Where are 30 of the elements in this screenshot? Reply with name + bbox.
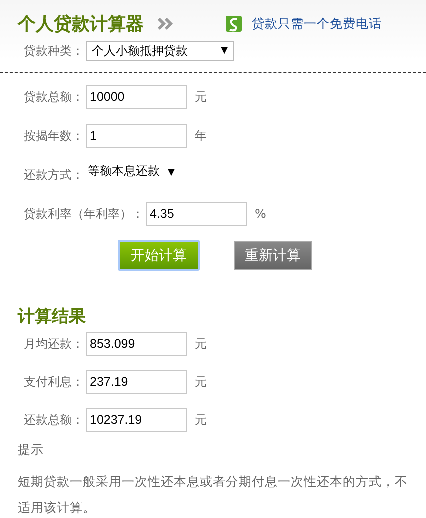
input-field[interactable]: 10000 <box>86 85 187 109</box>
field-label: 还款方式： <box>24 166 84 184</box>
field-label: 贷款总额： <box>24 88 84 106</box>
result-field: 10237.19 <box>86 408 187 432</box>
input-field[interactable]: 1 <box>86 124 187 148</box>
reset-button[interactable]: 重新计算 <box>234 241 312 270</box>
result-field: 237.19 <box>86 370 187 394</box>
unit-label: 元 <box>195 88 207 106</box>
page-title: 个人贷款计算器 <box>18 13 144 36</box>
double-chevron-icon <box>158 18 174 30</box>
unit-label: % <box>255 207 266 221</box>
tip-title: 提示 <box>17 442 45 459</box>
loan-type-select[interactable]: 个人小额抵押贷款 ▼ <box>86 41 234 61</box>
tip-text: 短期贷款一般采用一次性还本息或者分期付息一次性还本的方式，不适用该计算。 <box>18 473 409 517</box>
phone-logo-icon <box>226 16 242 32</box>
unit-label: 元 <box>195 412 207 428</box>
section-title: 计算结果 <box>16 306 87 328</box>
input-field[interactable]: 4.35 <box>146 202 247 226</box>
unit-label: 元 <box>195 336 207 352</box>
field-label: 贷款种类： <box>24 42 84 60</box>
field-label: 按揭年数： <box>24 128 84 144</box>
result-field: 853.099 <box>86 332 187 356</box>
unit-label: 年 <box>195 128 207 144</box>
field-label: 贷款利率（年利率）： <box>24 206 144 222</box>
field-label: 月均还款： <box>24 336 84 352</box>
field-label: 支付利息： <box>24 374 84 390</box>
hotline-link[interactable]: 贷款只需一个免费电话 <box>252 16 382 32</box>
unit-label: 元 <box>195 374 207 390</box>
field-label: 还款总额： <box>24 412 84 428</box>
repayment-dropdown[interactable]: 等额本息还款 ▼ <box>88 162 175 180</box>
